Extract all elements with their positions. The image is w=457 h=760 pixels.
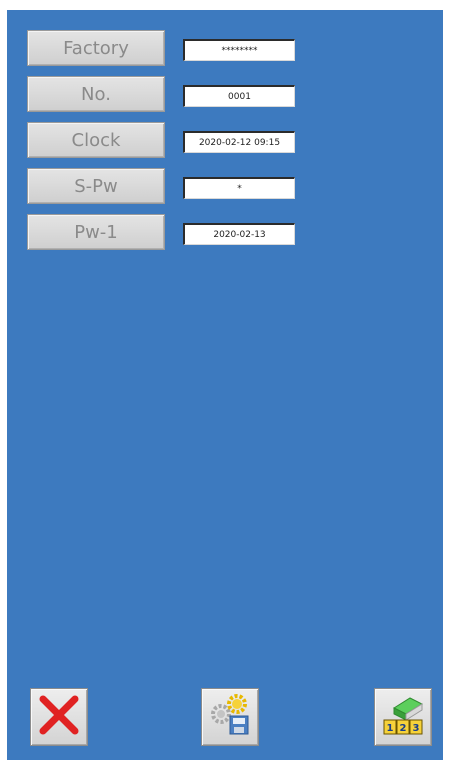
number-value-field[interactable]: 0001 [183,85,295,107]
factory-button[interactable]: Factory [27,30,165,66]
cancel-button[interactable] [30,688,88,746]
setting-row-factory: Factory ******** [27,30,297,68]
pw-1-value-field[interactable]: 2020-02-13 [183,223,295,245]
svg-text:2: 2 [400,723,407,734]
setting-row-clock: Clock 2020-02-12 09:15 [27,122,297,160]
gear-save-icon [207,692,253,742]
settings-save-button[interactable] [201,688,259,746]
factory-value-field[interactable]: ******** [183,39,295,61]
settings-screen: Factory ******** No. 0001 Clock 2020-02-… [7,10,443,760]
setting-row-number: No. 0001 [27,76,297,114]
clock-button[interactable]: Clock [27,122,165,158]
svg-text:3: 3 [413,723,420,734]
eraser-123-icon: 1 2 3 [380,692,426,742]
pw-1-button[interactable]: Pw-1 [27,214,165,250]
s-pw-button[interactable]: S-Pw [27,168,165,204]
s-pw-value-field[interactable]: * [183,177,295,199]
setting-row-s-pw: S-Pw * [27,168,297,206]
svg-text:1: 1 [387,723,394,734]
red-x-icon [37,693,81,741]
number-button[interactable]: No. [27,76,165,112]
number-input-button[interactable]: 1 2 3 [374,688,432,746]
setting-row-pw-1: Pw-1 2020-02-13 [27,214,297,252]
clock-value-field[interactable]: 2020-02-12 09:15 [183,131,295,153]
